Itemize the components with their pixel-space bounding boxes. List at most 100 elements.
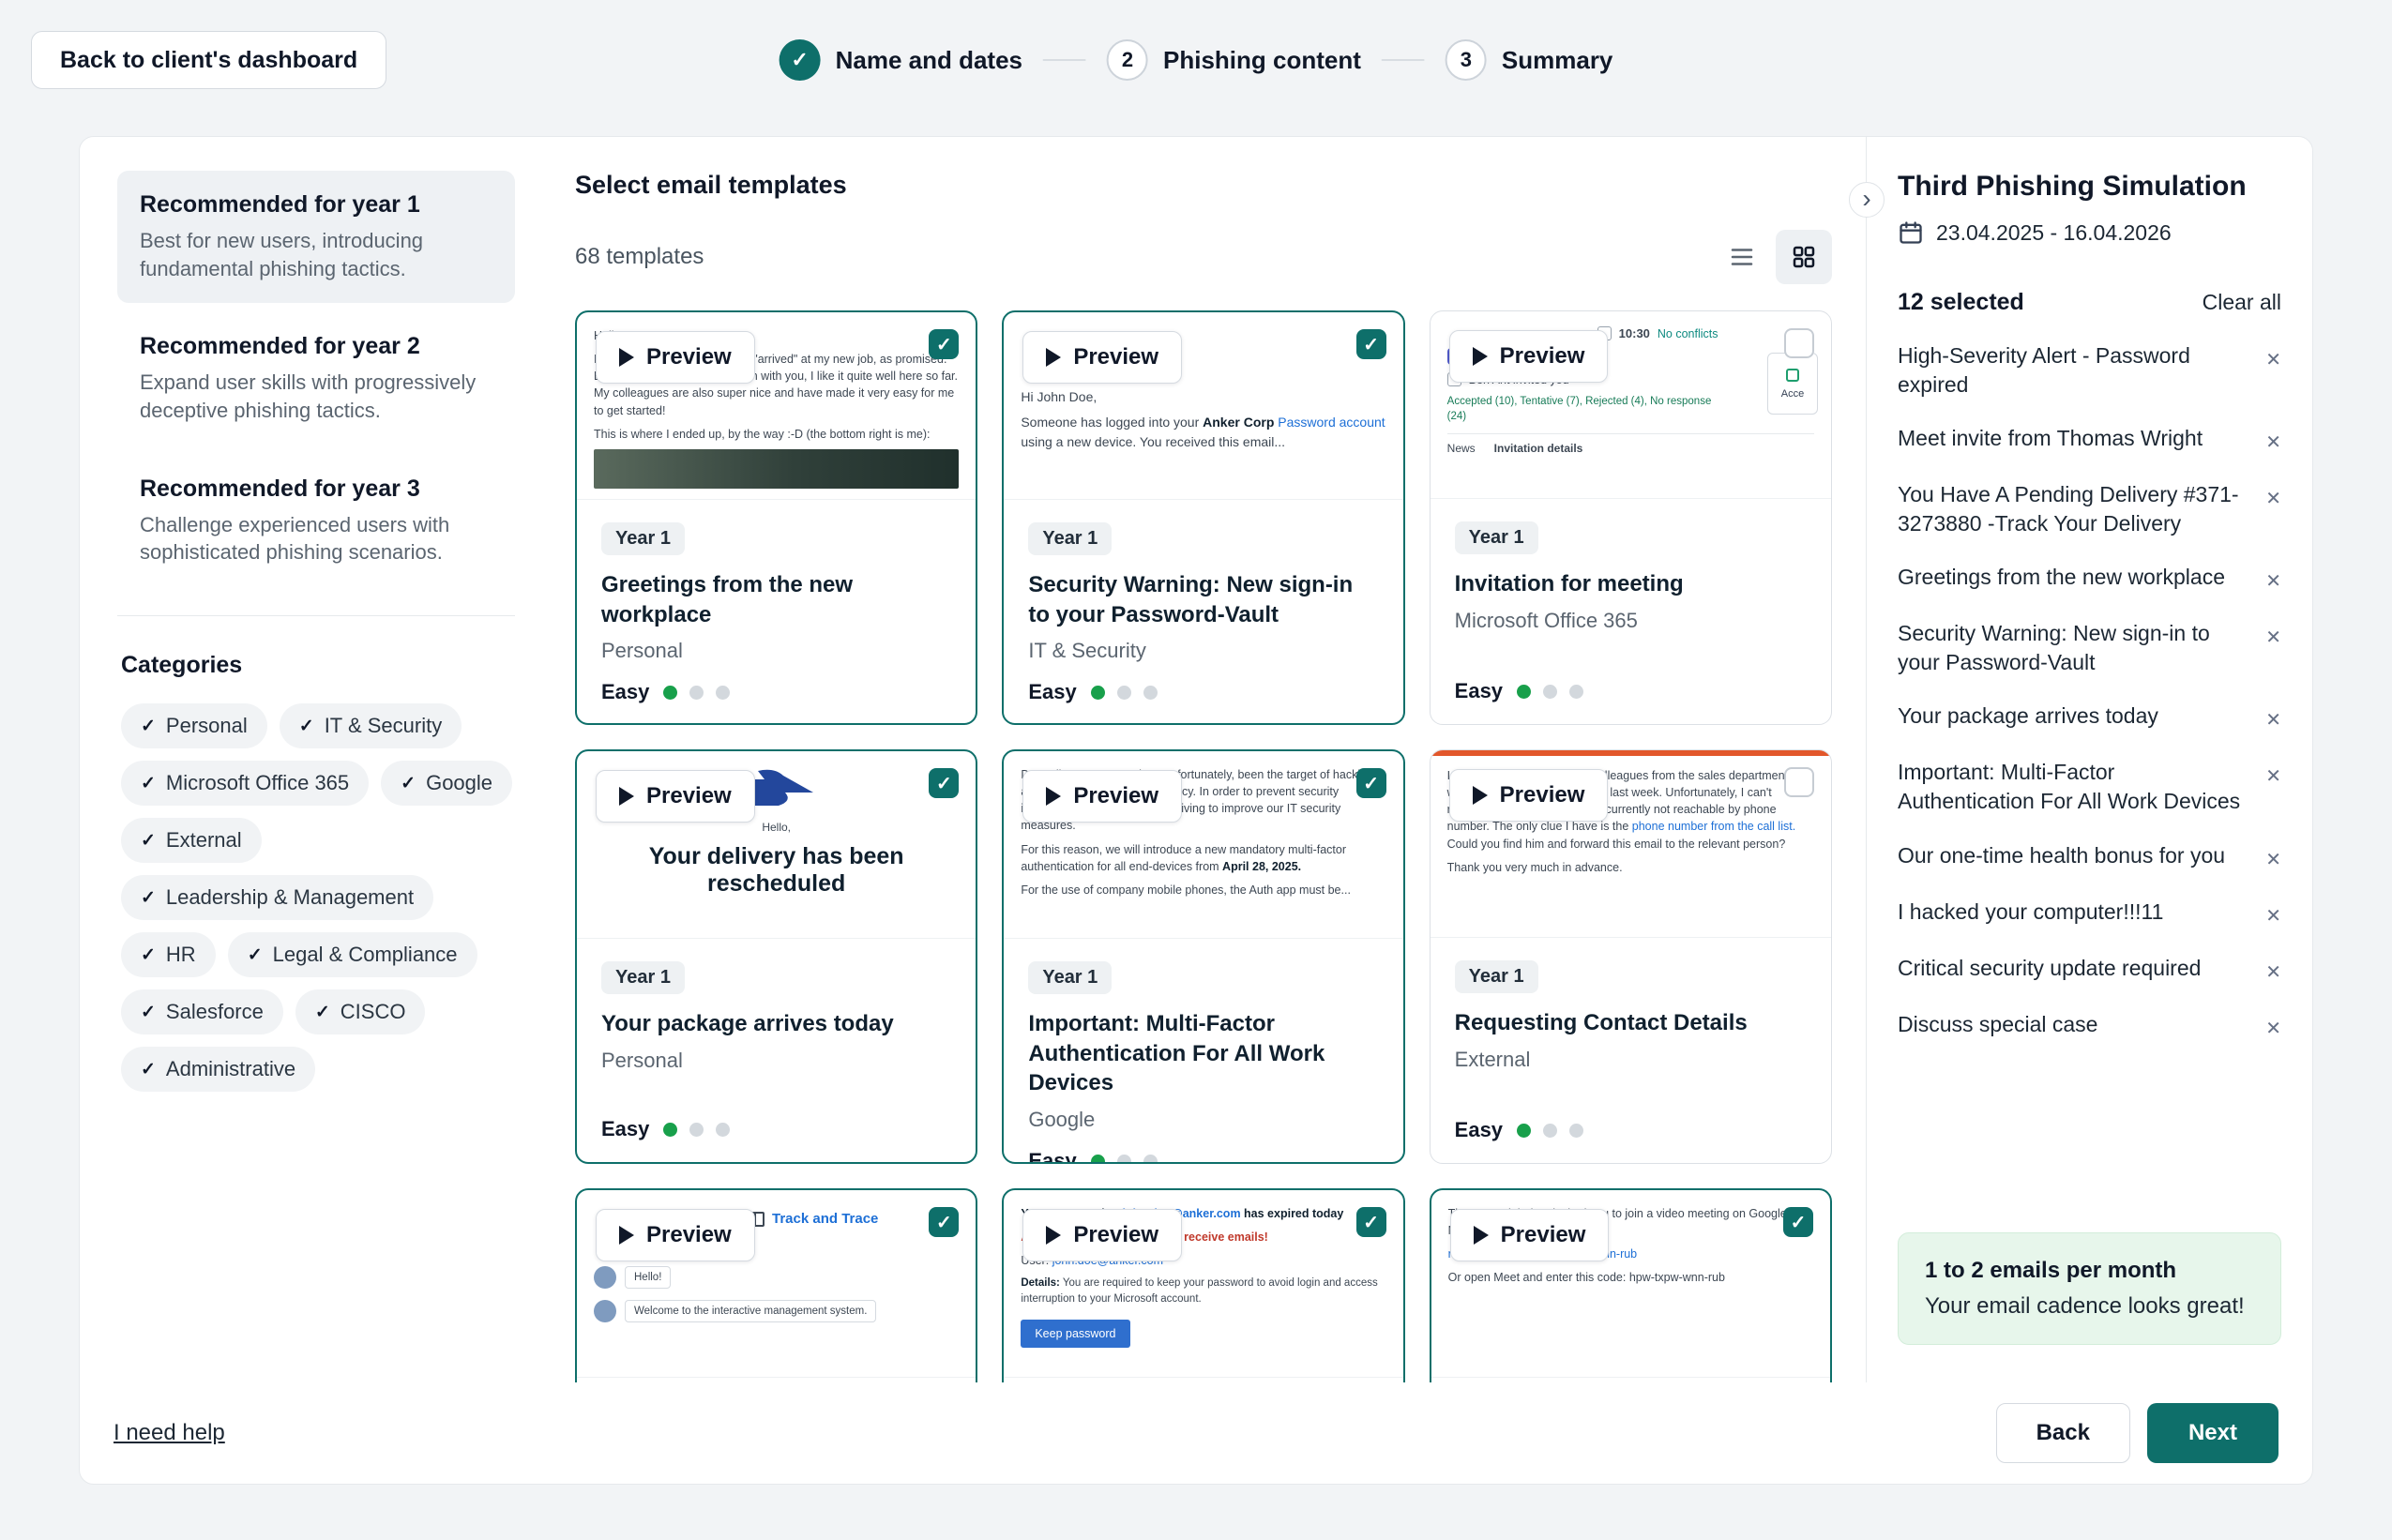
preview-button-label: Preview [646, 1222, 732, 1248]
preview-text: Details: [1021, 1277, 1060, 1289]
template-checkbox[interactable] [929, 1207, 959, 1237]
category-chip-leadership-management[interactable]: Leadership & Management [121, 875, 433, 920]
category-chip-it-security[interactable]: IT & Security [280, 703, 462, 748]
difficulty-dot [716, 1123, 730, 1137]
selected-template-item: Your package arrives today [1898, 689, 2281, 746]
remove-icon[interactable] [2265, 1013, 2281, 1042]
category-chip-salesforce[interactable]: Salesforce [121, 989, 283, 1034]
preview-button[interactable]: Preview [1022, 331, 1182, 384]
category-chip-administrative[interactable]: Administrative [121, 1047, 315, 1092]
check-icon [141, 1002, 156, 1023]
remove-icon[interactable] [2265, 483, 2281, 538]
category-chip-google[interactable]: Google [381, 761, 512, 806]
remove-icon[interactable] [2265, 704, 2281, 733]
check-icon [141, 830, 156, 852]
template-card-package-arrives-today[interactable]: Hello, Your delivery has been reschedule… [575, 749, 977, 1164]
template-checkbox[interactable] [1356, 1207, 1386, 1237]
sidebar-item-recommended-year-1[interactable]: Recommended for year 1 Best for new user… [117, 171, 515, 303]
category-chip-label: Google [426, 771, 492, 795]
year-badge: Year 1 [601, 961, 685, 994]
remove-icon[interactable] [2265, 900, 2281, 929]
preview-button[interactable]: Preview [1449, 769, 1609, 822]
difficulty-label: Easy [1028, 1149, 1076, 1164]
clear-all-link[interactable]: Clear all [2203, 290, 2281, 315]
template-card-multi-factor-authentication[interactable]: Dear all, our company has, unfortunately… [1002, 749, 1404, 1164]
preview-button[interactable]: Preview [1022, 770, 1182, 823]
template-card-greetings-new-workplace[interactable]: Hello everyone, I wanted to get in touch… [575, 310, 977, 725]
preview-link: phone number from the call list. [1632, 820, 1795, 833]
preview-button[interactable]: Preview [596, 770, 755, 823]
back-to-dashboard-button[interactable]: Back to client's dashboard [31, 31, 386, 89]
help-link[interactable]: I need help [114, 1420, 225, 1446]
category-chip-microsoft-office-365[interactable]: Microsoft Office 365 [121, 761, 369, 806]
recommendation-title: Recommended for year 3 [140, 476, 492, 503]
list-view-icon [1728, 243, 1756, 271]
cadence-note: Your email cadence looks great! [1925, 1293, 2254, 1320]
template-card-track-and-trace[interactable]: Track and Trace Hello! Welcome to the in… [575, 1188, 977, 1382]
preview-button-label: Preview [1500, 343, 1585, 370]
check-icon [401, 773, 416, 794]
remove-icon[interactable] [2265, 566, 2281, 595]
remove-icon[interactable] [2265, 761, 2281, 816]
template-checkbox[interactable] [1356, 329, 1386, 359]
email-preview-thumbnail: I am looking for one of your colleagues … [1431, 750, 1831, 938]
difficulty-dot [1517, 1124, 1531, 1138]
selected-template-label: Meet invite from Thomas Wright [1898, 424, 2203, 456]
remove-icon[interactable] [2265, 427, 2281, 456]
selected-template-item: Security Warning: New sign-in to your Pa… [1898, 607, 2281, 689]
selected-template-item: I hacked your computer!!!11 [1898, 885, 2281, 942]
category-chip-personal[interactable]: Personal [121, 703, 267, 748]
sidebar-item-recommended-year-3[interactable]: Recommended for year 3 Challenge experie… [117, 455, 515, 587]
remove-icon[interactable] [2265, 344, 2281, 400]
avatar [594, 1300, 616, 1322]
check-icon [1363, 333, 1379, 356]
template-card-requesting-contact-details[interactable]: I am looking for one of your colleagues … [1430, 749, 1832, 1164]
check-icon [936, 1211, 952, 1234]
template-checkbox[interactable] [1356, 768, 1386, 798]
template-checkbox[interactable] [1784, 328, 1814, 358]
template-checkbox[interactable] [929, 329, 959, 359]
preview-button-label: Preview [646, 783, 732, 809]
preview-button-label: Preview [1073, 344, 1158, 370]
template-grid-scroll-area[interactable]: Hello everyone, I wanted to get in touch… [575, 310, 1832, 1382]
preview-button[interactable]: Preview [1022, 1209, 1182, 1261]
template-checkbox[interactable] [1783, 1207, 1813, 1237]
template-card-google-meet-invite[interactable]: Thomas Wright has invited you to join a … [1430, 1188, 1832, 1382]
collapse-panel-button[interactable] [1849, 182, 1885, 218]
step-phishing-content[interactable]: 2 Phishing content [1107, 39, 1361, 81]
sidebar-item-recommended-year-2[interactable]: Recommended for year 2 Expand user skill… [117, 312, 515, 445]
template-checkbox[interactable] [1784, 767, 1814, 797]
preview-button[interactable]: Preview [1449, 330, 1609, 383]
step-number-circle: 2 [1107, 39, 1148, 81]
template-card-invitation-for-meeting[interactable]: 10:30 No conflicts Teams Meeting Ben Ant… [1430, 310, 1832, 725]
selected-template-item: Critical security update required [1898, 942, 2281, 998]
template-title: Invitation for meeting [1455, 569, 1807, 599]
template-card-password-expired[interactable]: Your password to john.doe@anker.com has … [1002, 1188, 1404, 1382]
step-complete-circle [780, 39, 821, 81]
grid-view-button[interactable] [1776, 230, 1832, 284]
preview-button[interactable]: Preview [596, 1209, 755, 1261]
remove-icon[interactable] [2265, 844, 2281, 873]
preview-company-name: Anker Corp [1203, 415, 1274, 430]
template-checkbox[interactable] [929, 768, 959, 798]
email-preview-thumbnail: Hello everyone, I wanted to get in touch… [577, 312, 976, 500]
category-chip-legal-compliance[interactable]: Legal & Compliance [228, 932, 477, 977]
play-icon [619, 348, 634, 367]
category-chip-external[interactable]: External [121, 818, 262, 863]
back-button[interactable]: Back [1996, 1403, 2130, 1463]
category-chip-cisco[interactable]: CISCO [295, 989, 426, 1034]
preview-button[interactable]: Preview [1450, 1209, 1610, 1261]
step-number-circle: 3 [1446, 39, 1487, 81]
list-view-button[interactable] [1714, 230, 1770, 284]
step-summary[interactable]: 3 Summary [1446, 39, 1613, 81]
remove-icon[interactable] [2265, 622, 2281, 677]
preview-button[interactable]: Preview [596, 331, 755, 384]
next-button[interactable]: Next [2147, 1403, 2278, 1463]
check-icon [299, 716, 314, 737]
remove-icon[interactable] [2265, 957, 2281, 986]
category-chip-label: HR [166, 943, 196, 967]
category-chip-hr[interactable]: HR [121, 932, 216, 977]
step-name-and-dates[interactable]: Name and dates [780, 39, 1022, 81]
category-chips: Personal IT & Security Microsoft Office … [117, 703, 515, 1092]
template-card-security-warning-password-vault[interactable]: Hi John Doe, Someone has logged into you… [1002, 310, 1404, 725]
